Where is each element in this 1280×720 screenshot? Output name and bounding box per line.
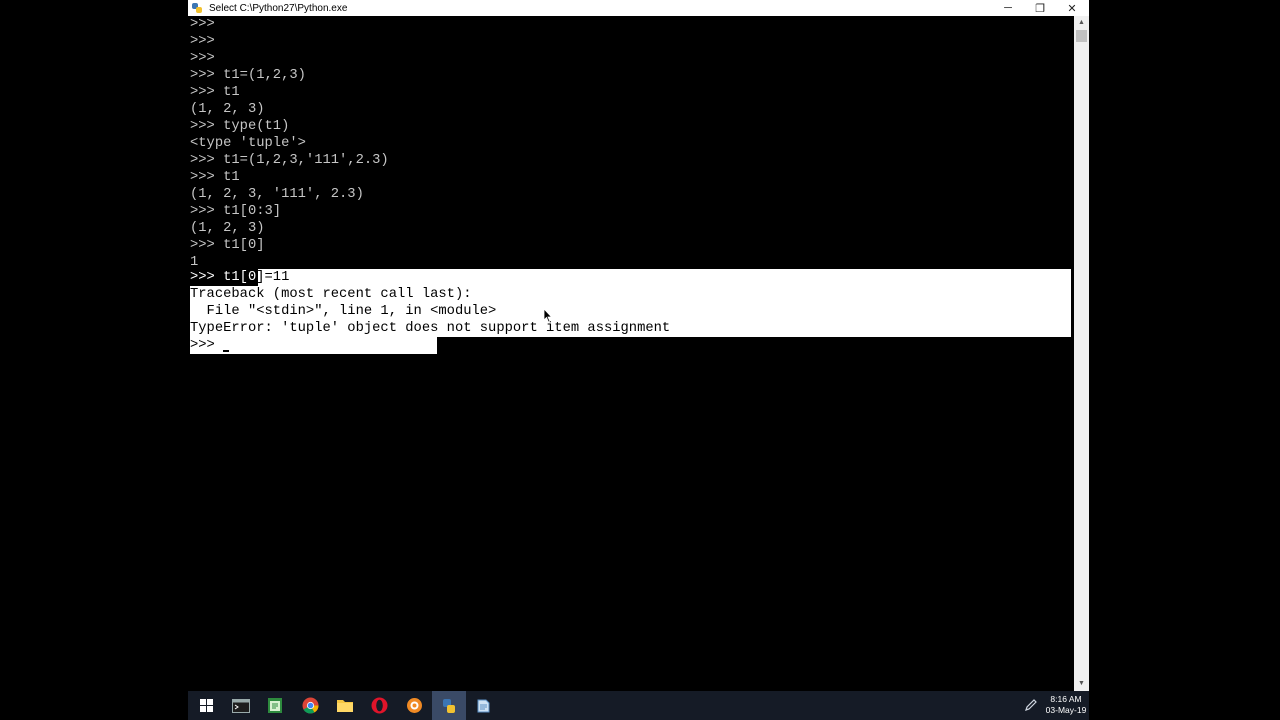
- folder-icon: [337, 700, 353, 712]
- console-line: (1, 2, 3): [190, 102, 265, 117]
- mouse-pointer-icon: [543, 308, 553, 323]
- console-line-selected: Traceback (most recent call last):: [190, 287, 472, 302]
- console-line: >>> t1=(1,2,3): [190, 68, 306, 83]
- pen-icon[interactable]: [1024, 698, 1038, 712]
- close-button[interactable]: ✕: [1056, 0, 1088, 16]
- window-title: Select C:\Python27\Python.exe: [209, 2, 348, 14]
- clock-date: 03-May-19: [1045, 705, 1087, 715]
- idle-icon: [477, 699, 490, 712]
- console-line: >>>: [190, 34, 215, 49]
- taskbar-app[interactable]: [397, 691, 431, 720]
- clock-time: 8:16 AM: [1050, 694, 1082, 704]
- restore-icon: ❐: [1035, 2, 1045, 15]
- text-cursor: [223, 350, 229, 352]
- chrome-icon: [302, 697, 318, 714]
- console-line: >>> type(t1): [190, 119, 290, 134]
- close-icon: ✕: [1067, 2, 1077, 15]
- taskbar-chrome[interactable]: [293, 691, 327, 720]
- console-line: >>> t1: [190, 170, 240, 185]
- scroll-thumb[interactable]: [1076, 30, 1087, 42]
- console-line: (1, 2, 3, '111', 2.3): [190, 187, 364, 202]
- python-icon: [443, 698, 455, 713]
- taskbar-idle[interactable]: [466, 691, 500, 720]
- minimize-icon: ─: [1004, 2, 1012, 14]
- console-line: >>> t1[0]: [190, 238, 265, 253]
- taskbar-python[interactable]: [432, 691, 466, 720]
- console-line: <type 'tuple'>: [190, 136, 306, 151]
- console-output[interactable]: >>> >>> >>> >>> t1=(1,2,3) >>> t1 (1, 2,…: [190, 16, 1074, 691]
- console-line: (1, 2, 3): [190, 221, 265, 236]
- windows-start-icon: [199, 699, 213, 712]
- scroll-down-icon[interactable]: ▼: [1074, 677, 1089, 691]
- python-app-icon: [192, 3, 202, 13]
- opera-icon: [371, 697, 387, 714]
- taskbar-clock[interactable]: 8:16 AM 03-May-19: [1044, 694, 1088, 716]
- console-line: >>> t1: [190, 85, 240, 100]
- title-bar[interactable]: Select C:\Python27\Python.exe ─ ❐ ✕: [188, 0, 1089, 16]
- console-line: >>> t1=(1,2,3,'111',2.3): [190, 153, 389, 168]
- console-line-selected: TypeError: 'tuple' object does not suppo…: [190, 321, 671, 336]
- taskbar-file-explorer[interactable]: [328, 691, 362, 720]
- taskbar-notepad[interactable]: [258, 691, 292, 720]
- taskbar-terminal[interactable]: [224, 691, 258, 720]
- restore-button[interactable]: ❐: [1024, 0, 1056, 16]
- console-window: Select C:\Python27\Python.exe ─ ❐ ✕ >>> …: [188, 0, 1089, 691]
- taskbar-opera[interactable]: [362, 691, 396, 720]
- console-line: >>>: [190, 17, 215, 32]
- scroll-up-icon[interactable]: ▲: [1074, 16, 1089, 30]
- console-line-selected: File "<stdin>", line 1, in <module>: [190, 304, 497, 319]
- console-line: >>> t1[0:3]: [190, 204, 282, 219]
- console-line: >>>: [190, 51, 215, 66]
- notepad-icon: [268, 698, 282, 713]
- console-prompt[interactable]: >>>: [190, 337, 223, 354]
- minimize-button[interactable]: ─: [992, 0, 1024, 16]
- start-button[interactable]: [189, 691, 223, 720]
- vertical-scrollbar[interactable]: ▲ ▼: [1074, 16, 1089, 691]
- settings-icon: [406, 698, 422, 713]
- taskbar: 8:16 AM 03-May-19: [188, 691, 1089, 720]
- terminal-icon: [232, 698, 250, 713]
